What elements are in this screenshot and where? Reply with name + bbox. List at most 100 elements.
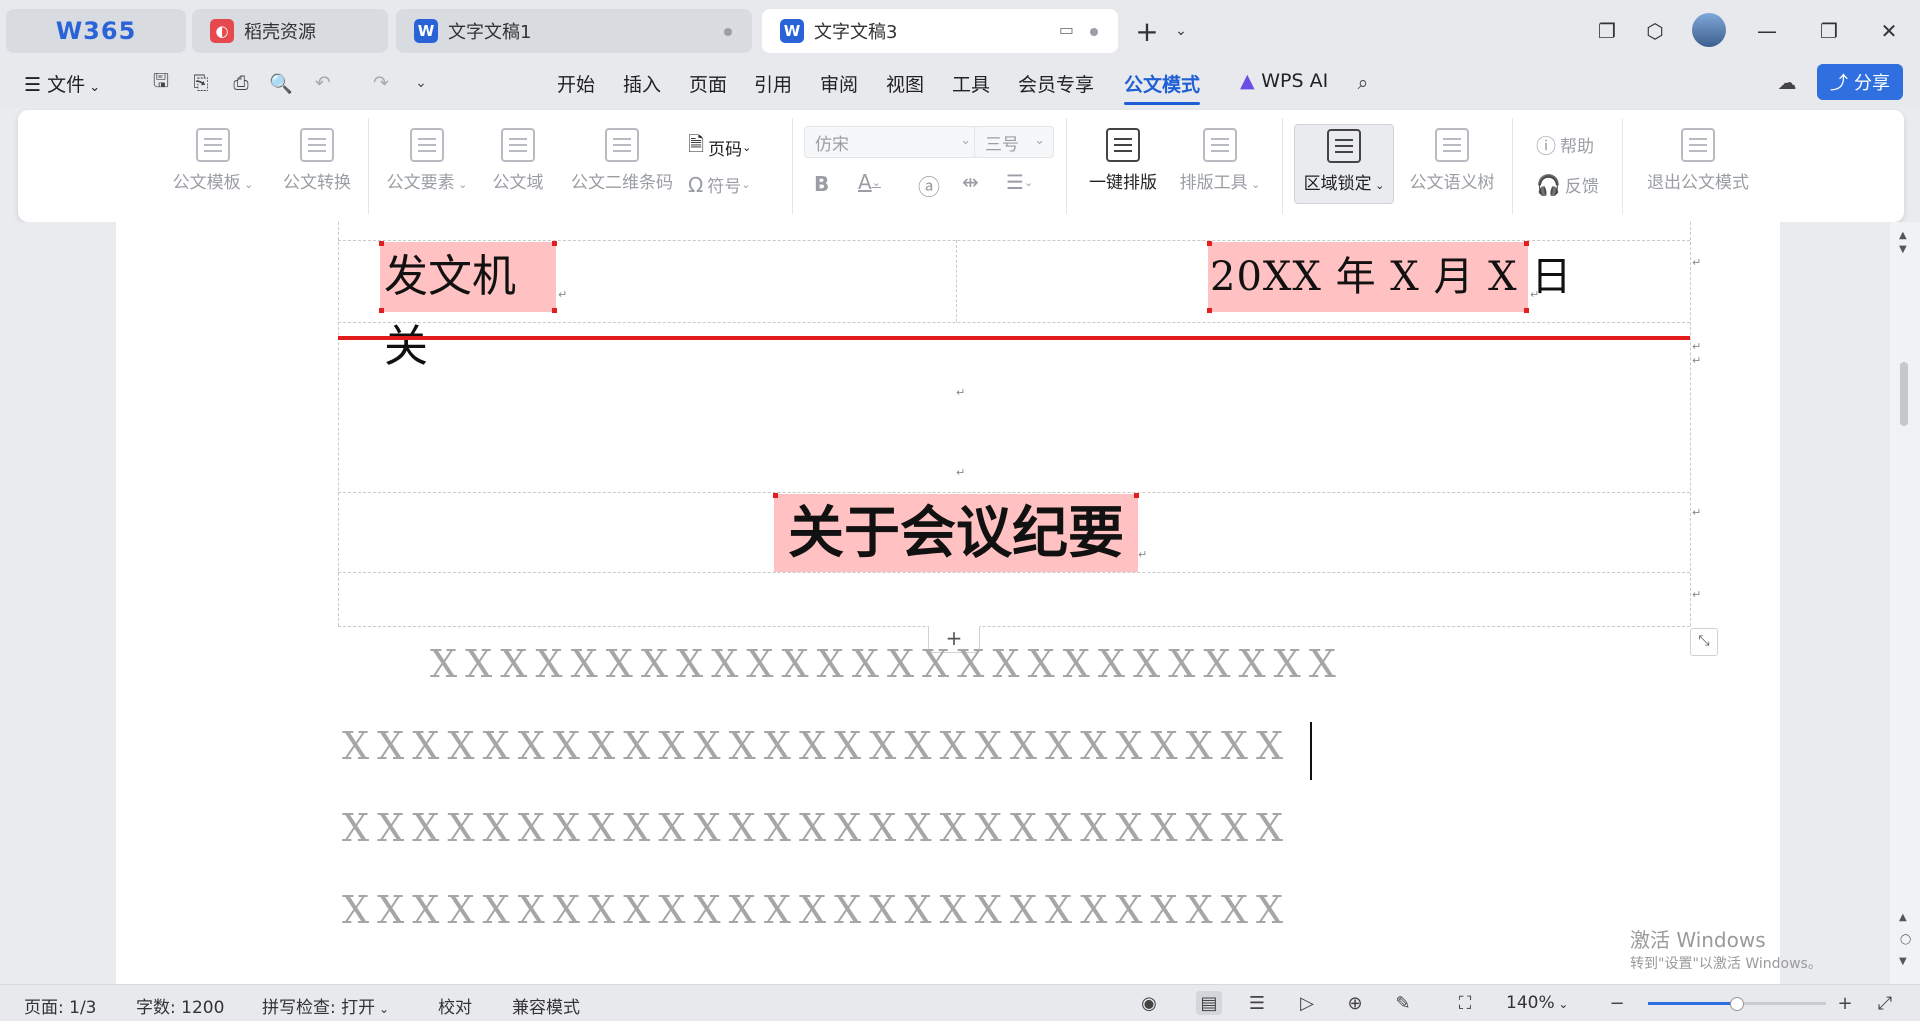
circled-char-icon[interactable]: ⓐ xyxy=(918,170,940,202)
undo-icon[interactable]: ↶ xyxy=(310,70,336,96)
official-template-button[interactable]: 公文模板 ⌄ xyxy=(168,128,258,193)
new-tab-plus-icon[interactable]: + xyxy=(1132,15,1162,48)
scroll-thumb[interactable] xyxy=(1900,362,1908,426)
semantic-tree-button[interactable]: 公文语义树 xyxy=(1402,128,1502,193)
zoom-level[interactable]: 140% ⌄ xyxy=(1506,993,1568,1013)
paragraph-mark: ↵ xyxy=(956,386,966,399)
vertical-scrollbar[interactable]: ▲ ▼ ▲ ◯ ▼ xyxy=(1890,222,1920,984)
char-spacing-icon[interactable]: ⇹ xyxy=(962,170,979,194)
official-field-button[interactable]: 公文域 xyxy=(480,128,556,193)
font-family-select[interactable]: 仿宋 ⌄ xyxy=(804,126,980,158)
tree-icon xyxy=(1435,128,1469,162)
print-icon[interactable]: ⎙ xyxy=(228,70,254,96)
body-line[interactable]: XXXXXXXXXXXXXXXXXXXXXXXXXXX xyxy=(342,724,1291,768)
tab-docer[interactable]: ◐ 稻壳资源 xyxy=(192,9,388,53)
menu-page[interactable]: 页面 xyxy=(689,70,727,97)
menu-member[interactable]: 会员专享 xyxy=(1018,70,1094,97)
bold-icon[interactable]: B xyxy=(814,172,829,196)
print-preview-icon[interactable]: 🔍 xyxy=(268,70,294,96)
font-color-icon[interactable]: A ⌄ xyxy=(858,170,881,194)
table-resize-icon[interactable]: ⤡ xyxy=(1690,628,1718,656)
one-click-layout-button[interactable]: 一键排版 xyxy=(1078,128,1168,193)
prev-page-icon[interactable]: ▲ xyxy=(1899,912,1907,923)
layout-tools-button[interactable]: 排版工具 ⌄ xyxy=(1172,128,1268,193)
wps-ai-button[interactable]: ▲ WPS AI xyxy=(1240,70,1328,92)
menu-view[interactable]: 视图 xyxy=(886,70,924,97)
avatar[interactable] xyxy=(1692,13,1726,47)
web-view-icon[interactable]: ⊕ xyxy=(1342,991,1368,1015)
tab-home[interactable]: W365 xyxy=(6,9,186,53)
exit-official-mode-button[interactable]: 退出公文模式 xyxy=(1638,128,1758,193)
paragraph-mark: ↵ xyxy=(1692,340,1702,353)
page-number-button[interactable]: 🗎 页码 ⌄ xyxy=(688,130,751,164)
help-button[interactable]: ⓘ 帮助 xyxy=(1536,130,1594,159)
next-page-icon[interactable]: ▼ xyxy=(1899,956,1907,967)
search-icon[interactable]: ⌕ xyxy=(1350,70,1376,96)
official-elements-button[interactable]: 公文要素 ⌄ xyxy=(382,128,472,193)
restore-icon[interactable]: ❐ xyxy=(1814,16,1844,46)
menu-official-doc-mode[interactable]: 公文模式 xyxy=(1124,70,1201,105)
body-line[interactable]: XXXXXXXXXXXXXXXXXXXXXXXXXXX xyxy=(342,888,1291,932)
fit-page-icon[interactable]: ⛶ xyxy=(1452,991,1478,1015)
chevron-down-icon[interactable]: ⌄ xyxy=(1166,16,1196,46)
paragraph-mark: ↵ xyxy=(1692,506,1702,519)
proof-button[interactable]: 校对 xyxy=(438,993,472,1018)
font-size-select[interactable]: 三号 ⌄ xyxy=(974,126,1054,158)
tab-doc3[interactable]: W 文字文稿3 ▭ xyxy=(762,9,1118,53)
date-field[interactable]: 20XX 年 X 月 X 日 xyxy=(1207,241,1571,313)
redo-icon[interactable]: ↷ xyxy=(368,70,394,96)
export-icon[interactable]: ⎘ xyxy=(188,70,214,96)
page-dot-icon[interactable]: ◯ xyxy=(1900,934,1911,945)
minimize-icon[interactable]: — xyxy=(1752,16,1782,46)
page-view-icon[interactable]: ▤ xyxy=(1196,991,1222,1015)
document-page[interactable]: 发文机关 ↵ 20XX 年 X 月 X 日 ↵ ↵ ↵ ↵ ↵ ↵ 关于会议纪要… xyxy=(116,222,1780,984)
divider xyxy=(368,118,369,214)
fullscreen-icon[interactable]: ⤢ xyxy=(1872,991,1898,1015)
word-count[interactable]: 字数: 1200 xyxy=(136,993,224,1018)
zoom-in-icon[interactable]: + xyxy=(1832,991,1858,1015)
feedback-button[interactable]: 🎧 反馈 xyxy=(1536,172,1599,198)
symbol-button[interactable]: Ω 符号 ⌄ xyxy=(688,172,751,198)
body-line[interactable]: XXXXXXXXXXXXXXXXXXXXXXXXXXX xyxy=(342,806,1291,850)
issuer-field[interactable]: 发文机关 xyxy=(379,241,557,372)
menu-review[interactable]: 审阅 xyxy=(820,70,858,97)
w365-logo: W365 xyxy=(55,17,137,45)
window-tile-icon[interactable]: ❐ xyxy=(1592,16,1622,46)
body-line[interactable]: XXXXXXXXXXXXXXXXXXXXXXXXXX xyxy=(430,642,1344,686)
paragraph-mark: ↵ xyxy=(558,288,568,301)
region-lock-button[interactable]: 区域锁定 ⌄ xyxy=(1294,124,1394,204)
cube-icon[interactable]: ⬡ xyxy=(1640,16,1670,46)
convert-icon xyxy=(300,128,334,162)
chevron-down-icon: ⌄ xyxy=(1554,997,1569,1011)
scroll-up-icon[interactable]: ▲ xyxy=(1899,230,1907,241)
pen-icon[interactable]: ✎ xyxy=(1390,991,1416,1015)
elements-icon xyxy=(410,128,444,162)
unsaved-dot-icon xyxy=(1090,28,1098,36)
more-chevron-icon[interactable]: ⌄ xyxy=(408,70,434,96)
menu-insert[interactable]: 插入 xyxy=(623,70,661,97)
scroll-down-icon[interactable]: ▼ xyxy=(1899,244,1907,255)
tab-doc1[interactable]: W 文字文稿1 xyxy=(396,9,752,53)
list-icon[interactable]: ☰ ⌄ xyxy=(1006,170,1033,194)
official-qrcode-button[interactable]: 公文二维条码 xyxy=(560,128,684,193)
play-icon[interactable]: ▷ xyxy=(1294,991,1320,1015)
monitor-icon[interactable]: ▭ xyxy=(1059,20,1074,39)
zoom-slider-thumb[interactable] xyxy=(1730,997,1744,1011)
outline-view-icon[interactable]: ☰ xyxy=(1244,991,1270,1015)
spell-check-toggle[interactable]: 拼写检查: 打开 ⌄ xyxy=(262,993,389,1018)
cloud-icon[interactable]: ☁ xyxy=(1774,70,1800,96)
zoom-out-icon[interactable]: − xyxy=(1604,991,1630,1015)
menu-reference[interactable]: 引用 xyxy=(754,70,792,97)
close-icon[interactable]: ✕ xyxy=(1874,16,1904,46)
menu-tools[interactable]: 工具 xyxy=(952,70,990,97)
menu-start[interactable]: 开始 xyxy=(557,70,595,97)
page-indicator[interactable]: 页面: 1/3 xyxy=(24,993,97,1018)
file-menu[interactable]: ☰ 文件 ⌄ xyxy=(24,70,100,97)
zoom-slider[interactable] xyxy=(1648,997,1826,1011)
share-button[interactable]: ⤴ 分享 xyxy=(1817,64,1903,100)
eye-icon[interactable]: ◉ xyxy=(1136,991,1162,1015)
document-title[interactable]: 关于会议纪要 xyxy=(773,493,1139,572)
official-convert-button[interactable]: 公文转换 xyxy=(272,128,362,193)
save-icon[interactable]: 🖫 xyxy=(148,70,174,96)
field-icon xyxy=(501,128,535,162)
